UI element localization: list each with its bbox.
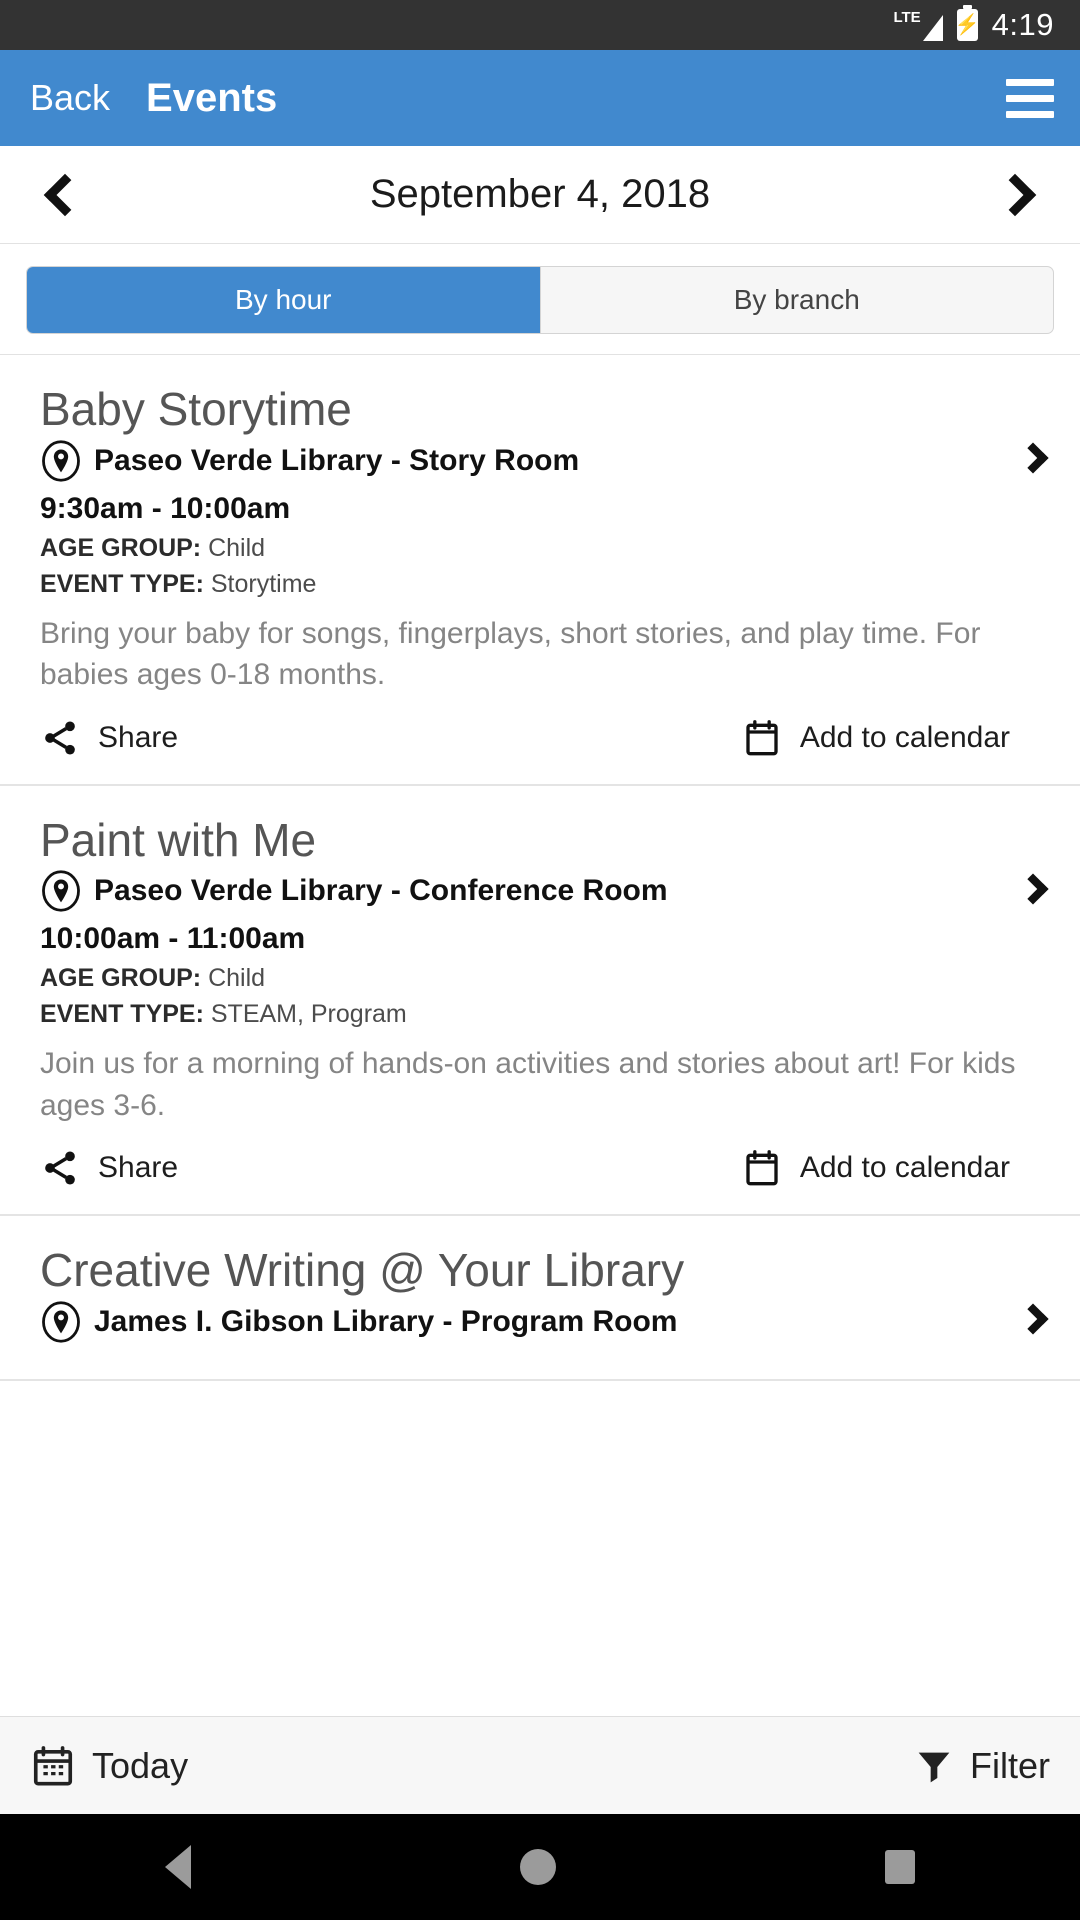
event-description: Join us for a morning of hands-on activi… [40,1047,1016,1122]
event-title: Paint with Me [40,813,317,866]
chevron-right-icon [993,173,1037,216]
view-mode-toggle-wrap: By hour By branch [0,244,1080,354]
map-pin-icon [42,870,80,912]
signal-strength-icon [922,14,943,41]
android-navigation-bar [0,1814,1080,1920]
event-actions-row: Share Add to calendar [40,718,1040,758]
previous-day-button[interactable] [30,173,100,216]
share-icon [45,1151,75,1185]
event-location-row: Paseo Verde Library - Conference Room [40,870,1040,912]
signal-indicator: LTE [893,8,943,41]
event-location-label: Paseo Verde Library - Story Room [94,443,580,477]
age-group-value: Child [208,964,266,993]
app-bar: Back Events [0,50,1080,146]
tab-by-hour[interactable]: By hour [27,267,540,333]
share-icon [45,721,75,755]
chevron-left-icon [43,173,87,216]
event-location-label: James I. Gibson Library - Program Room [94,1304,678,1338]
network-type-label: LTE [893,8,921,26]
add-to-calendar-label: Add to calendar [799,1151,1010,1185]
event-location-row: Paseo Verde Library - Story Room [40,440,1040,482]
battery-charging-icon: ⚡ [954,5,980,41]
event-list-item[interactable]: Paint with Me Paseo Verde Library - Conf… [0,786,1080,1217]
bottom-toolbar: Today Filter [0,1716,1080,1814]
calendar-icon [33,1745,73,1785]
today-button[interactable]: Today [30,1743,188,1789]
age-group-value: Child [208,533,266,562]
status-bar: LTE ⚡ 4:19 [0,0,1080,50]
date-navigation-bar: September 4, 2018 [0,146,1080,244]
event-title: Baby Storytime [40,383,352,435]
event-location-label: Paseo Verde Library - Conference Room [94,874,668,908]
event-title: Creative Writing @ Your Library [40,1244,685,1297]
view-mode-segmented-control: By hour By branch [26,266,1054,334]
event-type-value: Storytime [210,569,317,598]
event-type-label: EVENT TYPE: [40,569,204,598]
next-day-button[interactable] [980,173,1050,216]
app-root: LTE ⚡ 4:19 Back Events September 4, 2018… [0,0,1080,1920]
add-to-calendar-button[interactable]: Add to calendar [742,1148,1010,1188]
calendar-icon [746,1150,778,1186]
event-list-item[interactable]: Baby Storytime Paseo Verde Library - Sto… [0,355,1080,786]
android-back-icon[interactable] [164,1845,191,1889]
current-date-label: September 4, 2018 [369,172,711,216]
android-recents-icon[interactable] [885,1850,916,1884]
event-age-group-row: AGE GROUP: Child [40,534,1040,563]
event-list-item[interactable]: Creative Writing @ Your Library James I.… [0,1216,1080,1381]
battery-bolt-glyph: ⚡ [954,14,980,36]
share-label: Share [98,1151,179,1185]
page-title: Events [146,75,278,120]
event-type-label: EVENT TYPE: [40,1000,204,1029]
filter-label: Filter [970,1744,1050,1786]
event-location-row: James I. Gibson Library - Program Room [40,1301,1040,1343]
tab-by-branch[interactable]: By branch [541,267,1054,333]
age-group-label: AGE GROUP: [40,964,202,993]
event-actions-row: Share Add to calendar [40,1148,1040,1188]
clock-label: 4:19 [991,7,1054,42]
event-type-value: STEAM, Program [210,1000,407,1029]
events-list[interactable]: Baby Storytime Paseo Verde Library - Sto… [0,354,1080,1716]
funnel-filter-icon [918,1752,950,1782]
calendar-icon [746,719,778,755]
add-to-calendar-label: Add to calendar [799,720,1010,754]
back-button[interactable]: Back [16,71,124,125]
map-pin-icon [42,440,80,482]
share-button[interactable]: Share [40,718,178,758]
share-button[interactable]: Share [40,1148,178,1188]
event-time-label: 9:30am - 10:00am [40,491,291,525]
event-type-row: EVENT TYPE: STEAM, Program [40,1000,1040,1029]
share-label: Share [98,720,179,754]
event-age-group-row: AGE GROUP: Child [40,964,1040,993]
add-to-calendar-button[interactable]: Add to calendar [742,718,1010,758]
android-home-icon[interactable] [519,1849,556,1885]
hamburger-menu-icon[interactable] [1006,73,1054,124]
event-time-label: 10:00am - 11:00am [40,922,306,956]
age-group-label: AGE GROUP: [40,533,202,562]
event-type-row: EVENT TYPE: Storytime [40,570,1040,599]
map-pin-icon [42,1301,80,1343]
filter-button[interactable]: Filter [914,1745,1050,1787]
event-description: Bring your baby for songs, fingerplays, … [40,616,981,692]
today-label: Today [92,1744,189,1786]
